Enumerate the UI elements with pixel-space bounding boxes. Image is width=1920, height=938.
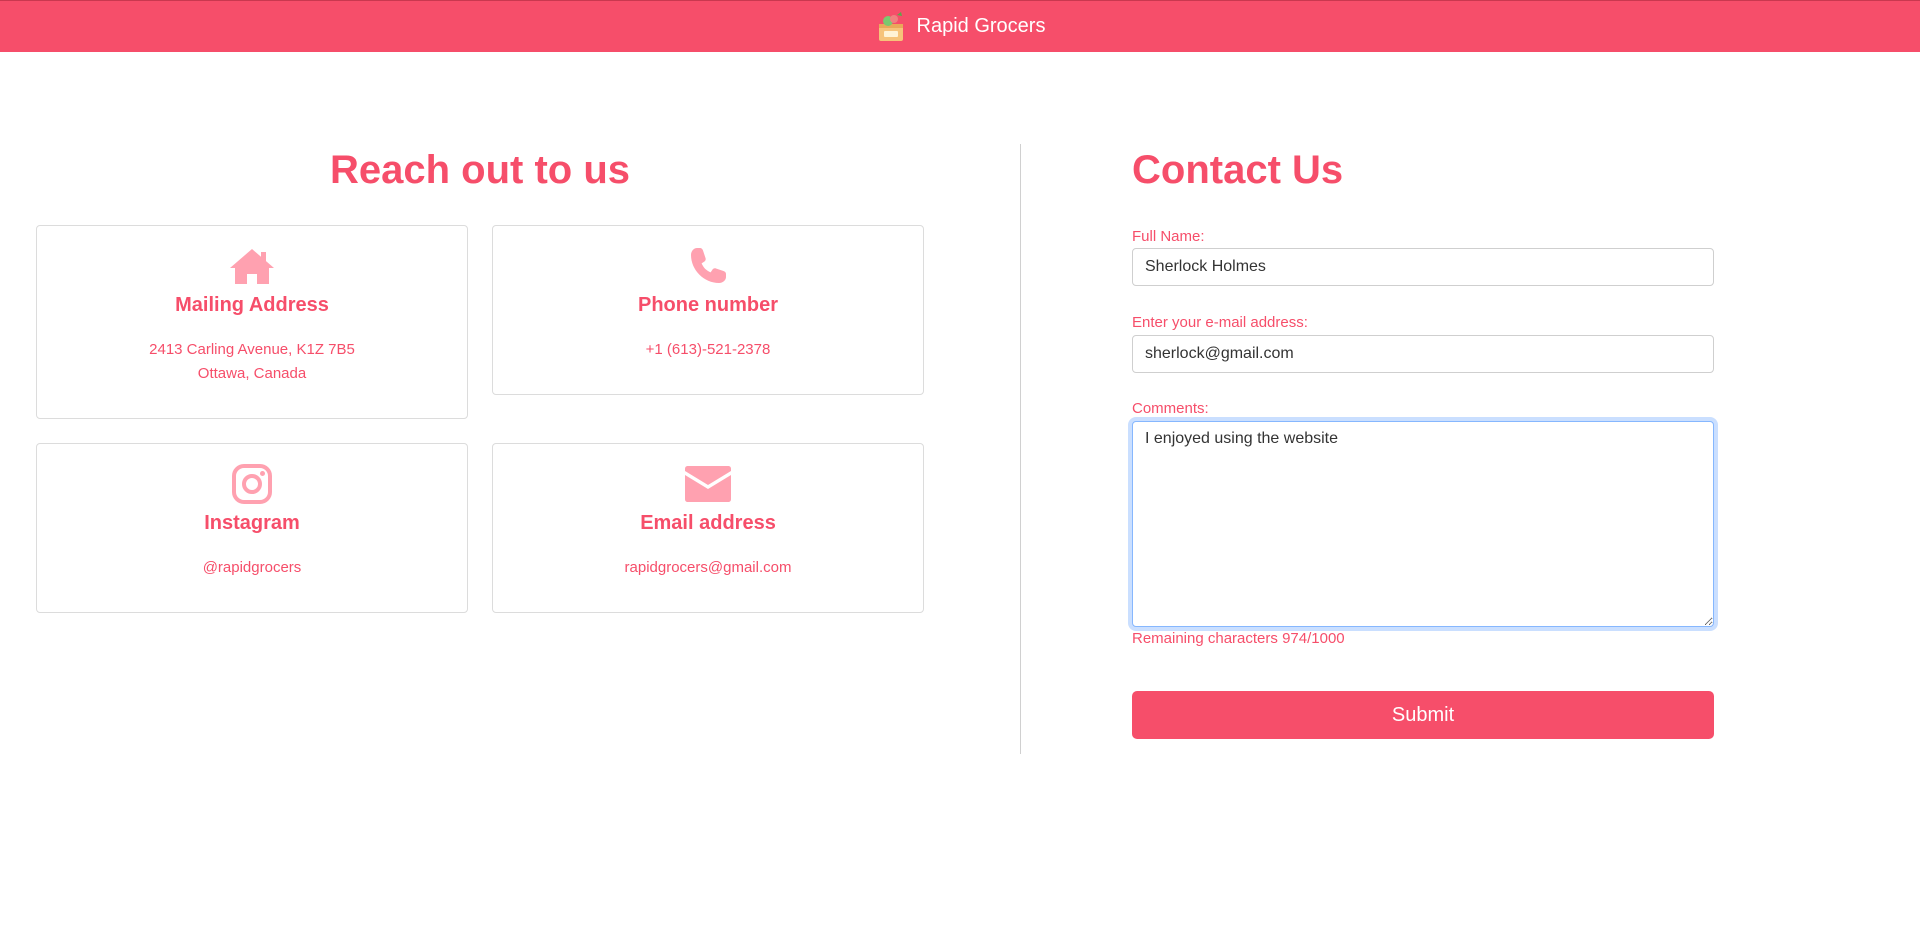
email-card: Email address rapidgrocers@gmail.com [492, 443, 924, 613]
phone-icon [691, 248, 726, 283]
email-input[interactable] [1132, 335, 1714, 373]
envelope-icon [685, 466, 731, 502]
navbar: Rapid Grocers [0, 0, 1920, 52]
phone-card: Phone number +1 (613)-521-2378 [492, 225, 924, 395]
email-address-title: Email address [640, 512, 776, 534]
instagram-icon [232, 464, 272, 504]
remaining-characters-counter: Remaining characters 974/1000 [1132, 630, 1345, 647]
phone-number-title: Phone number [637, 294, 778, 316]
phone-number-value[interactable]: +1 (613)-521-2378 [493, 338, 923, 362]
brand-name: Rapid Grocers [916, 15, 1046, 37]
instagram-card: Instagram @rapidgrocers [36, 443, 468, 613]
contact-us-title: Contact Us [1132, 148, 1344, 192]
reach-out-title: Reach out to us [329, 148, 631, 192]
comments-label: Comments: [1132, 400, 1209, 417]
email-address-value[interactable]: rapidgrocers@gmail.com [493, 556, 923, 580]
mailing-address-line-1: 2413 Carling Avenue, K1Z 7B5 [149, 341, 355, 358]
grocery-basket-icon [878, 11, 903, 41]
comments-textarea[interactable]: I enjoyed using the website [1132, 421, 1714, 627]
full-name-input[interactable] [1132, 248, 1714, 286]
email-label: Enter your e-mail address: [1132, 314, 1308, 331]
brand-link[interactable]: Rapid Grocers [875, 11, 1046, 43]
mailing-address-line-2: Ottawa, Canada [197, 365, 307, 382]
instagram-handle[interactable]: @rapidgrocers [37, 556, 467, 580]
submit-button[interactable]: Submit [1132, 691, 1714, 739]
house-icon [230, 249, 274, 284]
column-divider [1020, 144, 1021, 754]
instagram-title: Instagram [204, 512, 300, 534]
mailing-address-card: Mailing Address 2413 Carling Avenue, K1Z… [36, 225, 468, 419]
full-name-label: Full Name: [1132, 228, 1205, 245]
mailing-address-title: Mailing Address [175, 294, 329, 316]
